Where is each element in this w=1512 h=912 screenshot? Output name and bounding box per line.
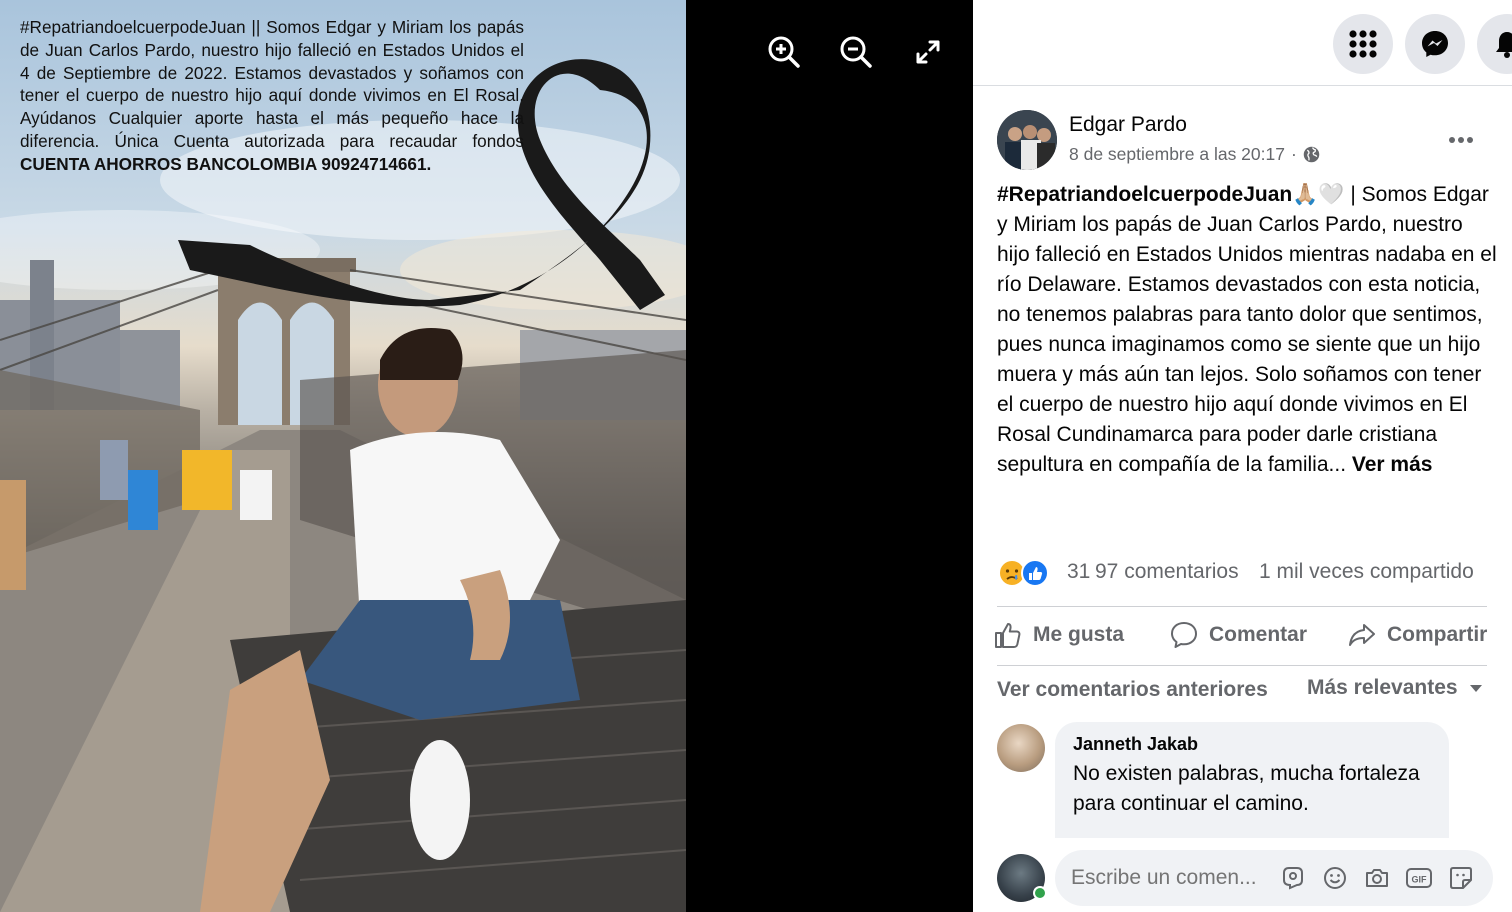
comment-sort-dropdown[interactable]: Más relevantes [1307, 676, 1484, 700]
comments-count[interactable]: 97 comentarios [1095, 560, 1239, 584]
author-avatar[interactable] [997, 110, 1057, 170]
comment-input[interactable] [1071, 850, 1271, 906]
comment-button[interactable]: Comentar [1169, 612, 1307, 658]
comment-icon [1171, 622, 1197, 648]
author-name[interactable]: Edgar Pardo [1069, 113, 1187, 137]
sticker-icon [1450, 867, 1472, 889]
post-body-text: | Somos Edgar y Miriam los papás de Juan… [997, 183, 1497, 476]
messenger-icon [1422, 31, 1448, 57]
gif-icon: GIF [1406, 868, 1432, 888]
shares-count[interactable]: 1 mil veces compartido [1259, 560, 1474, 584]
avatar-sticker-icon [1283, 867, 1303, 890]
comment-bubble: Janneth Jakab No existen palabras, mucha… [1055, 722, 1449, 838]
sticker-button[interactable] [1447, 864, 1475, 892]
photo-viewer-background [686, 0, 973, 912]
post-side-panel: Edgar Pardo 8 de septiembre a las 20:17 … [973, 0, 1512, 912]
post-meta: 8 de septiembre a las 20:17 · [1069, 144, 1320, 165]
photo-button[interactable] [1363, 864, 1391, 892]
see-more-link[interactable]: Ver más [1352, 453, 1433, 476]
post-photo[interactable]: #RepatriandoelcuerpodeJuan || Somos Edga… [0, 0, 686, 912]
zoom-out-button[interactable] [834, 30, 878, 74]
comment-composer: GIF [1055, 850, 1493, 906]
svg-text:GIF: GIF [1412, 875, 1428, 885]
post-stats: 31 97 comentarios 1 mil veces compartido [997, 556, 1497, 590]
reactions-summary[interactable] [997, 558, 1057, 588]
post-header: Edgar Pardo 8 de septiembre a las 20:17 … [997, 110, 1497, 170]
divider [997, 665, 1487, 666]
share-button[interactable]: Compartir [1347, 612, 1487, 658]
emoji-button[interactable] [1321, 864, 1349, 892]
view-previous-comments-link[interactable]: Ver comentarios anteriores [997, 678, 1268, 702]
share-icon [1349, 624, 1375, 646]
avatar-sticker-button[interactable] [1279, 864, 1307, 892]
photo-caption: #RepatriandoelcuerpodeJuan || Somos Edga… [20, 16, 524, 176]
zoom-in-button[interactable] [762, 30, 806, 74]
like-label: Me gusta [1033, 623, 1125, 646]
comment-label: Comentar [1209, 623, 1308, 646]
fullscreen-icon [916, 40, 940, 64]
like-button[interactable]: Me gusta [993, 612, 1124, 658]
thumbs-up-icon [995, 623, 1021, 648]
author-photo [997, 110, 1057, 170]
bell-icon [1496, 32, 1512, 58]
fullscreen-button[interactable] [906, 30, 950, 74]
post-timestamp[interactable]: 8 de septiembre a las 20:17 [1069, 144, 1285, 165]
comment-author[interactable]: Janneth Jakab [1073, 734, 1431, 755]
emoji-icon [1324, 867, 1346, 889]
reaction-count[interactable]: 31 [1067, 560, 1090, 584]
gif-button[interactable]: GIF [1405, 864, 1433, 892]
photo-caption-account: CUENTA AHORROS BANCOLOMBIA 90924714661. [20, 153, 432, 174]
zoom-out-icon [840, 36, 872, 68]
top-navigation-bar [973, 0, 1512, 86]
post-options-button[interactable] [1443, 122, 1479, 158]
commenter-avatar[interactable] [997, 724, 1045, 772]
grid-menu-icon [1349, 30, 1377, 58]
comment-text: No existen palabras, mucha fortaleza par… [1073, 762, 1420, 815]
online-status-indicator [1033, 886, 1047, 900]
notifications-button[interactable] [1477, 14, 1512, 74]
post-text: #RepatriandoelcuerpodeJuan🙏🏼🤍 | Somos Ed… [997, 180, 1497, 480]
divider [997, 606, 1487, 607]
camera-icon [1366, 869, 1388, 887]
post-actions-bar: Me gusta Comentar Compartir [993, 612, 1493, 658]
menu-button[interactable] [1333, 14, 1393, 74]
photo-caption-text: #RepatriandoelcuerpodeJuan || Somos Edga… [20, 17, 524, 151]
comment-sort-label: Más relevantes [1307, 676, 1458, 699]
post-hashtag[interactable]: #RepatriandoelcuerpodeJuan🙏🏼🤍 [997, 183, 1345, 206]
globe-icon[interactable] [1303, 146, 1320, 163]
share-label: Compartir [1387, 623, 1488, 646]
reaction-icons [998, 559, 1049, 587]
zoom-in-icon [768, 36, 800, 68]
messenger-button[interactable] [1405, 14, 1465, 74]
more-options-icon [1449, 137, 1473, 143]
chevron-down-icon [1469, 685, 1482, 692]
meta-separator: · [1290, 144, 1297, 164]
